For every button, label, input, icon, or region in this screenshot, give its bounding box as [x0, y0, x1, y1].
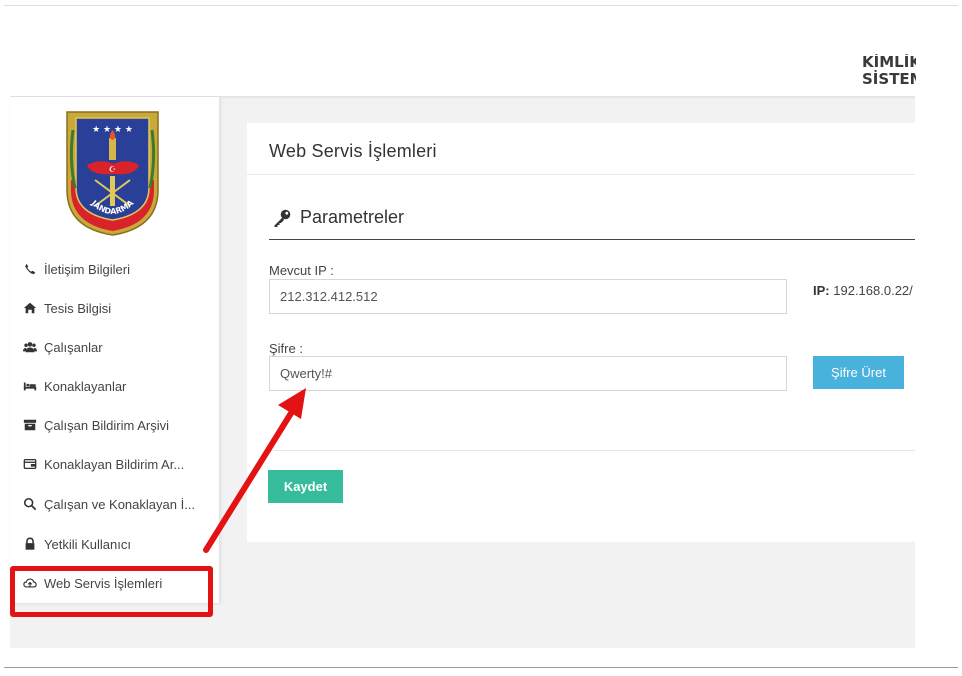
- sidebar-item-label: Konaklayan Bildirim Ar...: [44, 456, 185, 472]
- phone-icon: [22, 261, 38, 277]
- sidebar-item-guest-notification-archive[interactable]: Konaklayan Bildirim Ar...: [22, 453, 184, 475]
- sidebar-item-label: Konaklayanlar: [44, 378, 127, 394]
- form-footer-divider: [269, 450, 915, 451]
- page-title: Web Servis İşlemleri: [269, 141, 437, 161]
- sidebar-item-employee-guest-search[interactable]: Çalışan ve Konaklayan İ...: [22, 493, 195, 515]
- sidebar-item-label: Çalışan Bildirim Arşivi: [44, 417, 169, 433]
- key-icon: [272, 208, 292, 228]
- users-icon: [22, 339, 38, 355]
- generate-password-button[interactable]: Şifre Üret: [813, 356, 904, 389]
- current-ip-label: Mevcut IP :: [269, 263, 334, 278]
- sidebar-item-guests[interactable]: Konaklayanlar: [22, 375, 126, 397]
- sidebar-item-authorized-user[interactable]: Yetkili Kullanıcı: [22, 533, 131, 555]
- sidebar-item-label: Yetkili Kullanıcı: [44, 536, 131, 552]
- brand-line-1: KİMLİK: [862, 54, 916, 71]
- annotation-highlight-box: [10, 566, 213, 617]
- ip-info-value: 192.168.0.22/: [833, 283, 913, 298]
- sidebar-item-label: Çalışanlar: [44, 339, 103, 355]
- section-divider: [269, 239, 915, 240]
- sidebar-item-employees[interactable]: Çalışanlar: [22, 336, 103, 358]
- svg-text:☪: ☪: [109, 165, 116, 174]
- section-title: Parametreler: [300, 207, 405, 227]
- sidebar-item-label: Çalışan ve Konaklayan İ...: [44, 496, 196, 512]
- section-header: Parametreler: [272, 207, 404, 228]
- password-input[interactable]: [269, 356, 787, 391]
- sidebar-item-facility-info[interactable]: Tesis Bilgisi: [22, 297, 111, 319]
- archive-icon: [22, 417, 38, 433]
- current-ip-input[interactable]: [269, 279, 787, 314]
- brand-line-2: SİSTEMİ: [862, 70, 916, 88]
- sidebar-item-employee-notification-archive[interactable]: Çalışan Bildirim Arşivi: [22, 414, 169, 436]
- sidebar-item-label: Tesis Bilgisi: [44, 300, 112, 316]
- card-header-divider: [247, 174, 915, 175]
- sidebar-item-contact-info[interactable]: İletişim Bilgileri: [22, 258, 130, 280]
- sidebar-item-label: İletişim Bilgileri: [44, 261, 130, 277]
- web-service-card: [247, 123, 915, 542]
- top-divider: [4, 5, 958, 6]
- bottom-divider: [4, 667, 958, 668]
- brand-title: KİMLİK SİSTEMİ: [862, 54, 916, 88]
- lock-icon: [22, 536, 38, 552]
- bed-icon: [22, 378, 38, 394]
- ip-info: IP: 192.168.0.22/: [813, 283, 915, 298]
- screen: KİMLİK SİSTEMİ ★ ★ ★ ★ ☪ JANDARMA: [0, 0, 962, 676]
- jandarma-logo: ★ ★ ★ ★ ☪ JANDARMA: [66, 111, 159, 236]
- wallet-icon: [22, 456, 38, 472]
- home-icon: [22, 300, 38, 316]
- search-icon: [22, 496, 38, 512]
- password-label: Şifre :: [269, 341, 303, 356]
- ip-info-label: IP:: [813, 283, 830, 298]
- save-button[interactable]: Kaydet: [268, 470, 343, 503]
